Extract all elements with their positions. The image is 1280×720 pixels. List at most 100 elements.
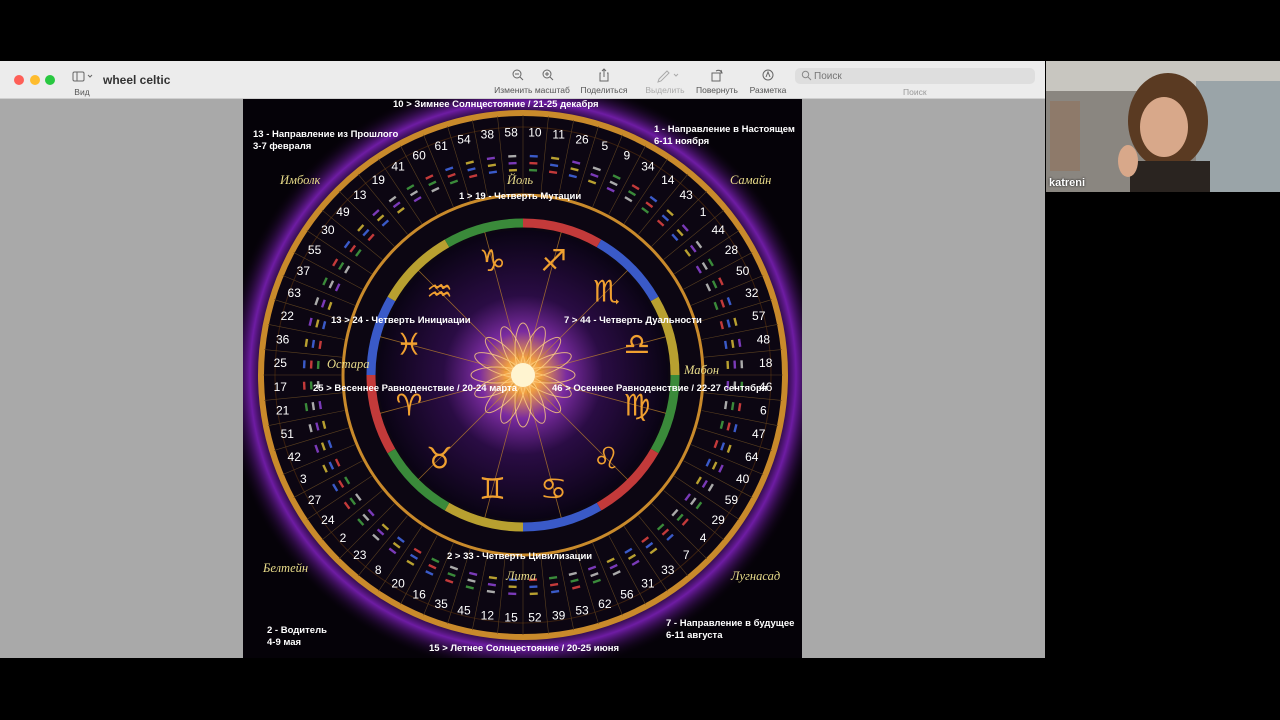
gate-number: 54 bbox=[457, 132, 471, 146]
zoom-in-icon[interactable] bbox=[542, 69, 554, 81]
gate-number: 31 bbox=[641, 576, 655, 590]
hexagram-line bbox=[529, 592, 538, 596]
zodiac-sign: ♊ bbox=[479, 472, 506, 507]
gate-number: 43 bbox=[680, 188, 694, 202]
minimize-window-button[interactable] bbox=[30, 75, 40, 85]
festival-samhain: Самайн bbox=[730, 173, 772, 187]
screen: Вид wheel celtic Изменить масштаб Подели… bbox=[0, 0, 1280, 720]
gate-number: 13 bbox=[353, 188, 367, 202]
hexagram-line bbox=[529, 168, 538, 172]
hexagram-line bbox=[740, 360, 744, 369]
gate-number: 30 bbox=[321, 223, 335, 237]
festival-imbolc: Имболк bbox=[280, 173, 321, 187]
participant-video bbox=[1046, 61, 1280, 192]
gate-number: 29 bbox=[711, 513, 725, 527]
gate-number: 35 bbox=[434, 597, 448, 611]
summer-solstice-label: 15 > Летнее Солнцестояние / 20-25 июня bbox=[429, 643, 619, 654]
hexagram-line bbox=[316, 360, 320, 369]
hexagram-line bbox=[302, 381, 306, 390]
future-direction-date: 6-11 августа bbox=[666, 630, 723, 641]
highlight-button[interactable]: Выделить bbox=[643, 67, 687, 97]
gate-number: 32 bbox=[745, 286, 759, 300]
past-direction-label: 13 - Направление из Прошлого bbox=[253, 129, 399, 140]
gate-number: 60 bbox=[412, 148, 426, 162]
gate-number: 64 bbox=[745, 450, 759, 464]
search-icon bbox=[801, 70, 812, 81]
gate-number: 1 bbox=[700, 205, 707, 219]
gate-number: 5 bbox=[602, 139, 609, 153]
zodiac-sign: ♌ bbox=[593, 441, 620, 476]
future-direction-label: 7 - Направление в будущее bbox=[666, 618, 795, 629]
gate-number: 51 bbox=[281, 427, 295, 441]
driver-label: 2 - Водитель bbox=[267, 625, 327, 636]
gate-number: 38 bbox=[481, 128, 495, 142]
gate-number: 42 bbox=[288, 450, 302, 464]
close-window-button[interactable] bbox=[14, 75, 24, 85]
past-direction-date: 3-7 февраля bbox=[253, 141, 312, 152]
markup-label: Разметка bbox=[749, 85, 787, 95]
gate-number: 47 bbox=[752, 427, 766, 441]
hexagram-line bbox=[529, 161, 538, 165]
quarter-initiation: 13 > 24 - Четверть Инициации bbox=[331, 315, 471, 326]
hexagram-line bbox=[508, 592, 517, 596]
gate-number: 57 bbox=[752, 309, 766, 323]
gate-number: 36 bbox=[276, 332, 290, 346]
hexagram-line bbox=[726, 360, 730, 369]
gate-number: 58 bbox=[504, 125, 518, 139]
zodiac-sign: ♒ bbox=[426, 275, 453, 310]
search-field[interactable] bbox=[795, 68, 1035, 84]
hexagram-line bbox=[529, 585, 538, 589]
gate-number: 26 bbox=[575, 132, 589, 146]
hexagram-line bbox=[508, 585, 517, 589]
zoom-out-icon[interactable] bbox=[512, 69, 524, 81]
gate-number: 56 bbox=[620, 588, 634, 602]
gate-number: 23 bbox=[353, 548, 367, 562]
gate-number: 20 bbox=[391, 576, 405, 590]
festival-mabon: Мабон bbox=[684, 363, 720, 377]
gate-number: 15 bbox=[504, 611, 518, 625]
hexagram-line bbox=[733, 360, 737, 369]
gate-number: 63 bbox=[288, 286, 302, 300]
wheel-image: 10 11 26 5 9 34 14 43 1 44 28 50 32 57 48 18 46 6 47 64 40 59… bbox=[243, 99, 802, 658]
search-input[interactable] bbox=[814, 68, 1024, 84]
search-label: Поиск bbox=[903, 87, 927, 97]
festival-beltane: Белтейн bbox=[263, 561, 309, 575]
zodiac-sign: ♉ bbox=[426, 441, 453, 476]
zoom-control[interactable]: Изменить масштаб bbox=[490, 67, 574, 97]
gate-number: 52 bbox=[528, 611, 542, 625]
maximize-window-button[interactable] bbox=[45, 75, 55, 85]
gate-number: 53 bbox=[575, 604, 589, 618]
driver-date: 4-9 мая bbox=[267, 637, 302, 648]
autumn-equinox-label: 46 > Осеннее Равноденствие / 22-27 сентя… bbox=[552, 383, 768, 394]
sidebar-icon bbox=[72, 71, 93, 82]
hexagram-line bbox=[508, 161, 517, 165]
zoom-label: Изменить масштаб bbox=[494, 85, 570, 95]
hexagram-line bbox=[529, 154, 538, 158]
quarter-duality: 7 > 44 - Четверть Дуальности bbox=[564, 315, 702, 326]
preview-window: Вид wheel celtic Изменить масштаб Подели… bbox=[0, 61, 1045, 658]
video-tile[interactable]: katreni bbox=[1046, 61, 1280, 192]
gate-number: 7 bbox=[683, 548, 690, 562]
winter-solstice-label: 10 > Зимнее Солнцестояние / 21-25 декабр… bbox=[393, 99, 599, 110]
gate-number: 11 bbox=[552, 128, 565, 142]
gate-number: 27 bbox=[308, 493, 322, 507]
quarter-civilization: 2 > 33 - Четверть Цивилизации bbox=[447, 551, 593, 562]
gate-number: 18 bbox=[759, 356, 773, 370]
gate-number: 41 bbox=[391, 160, 405, 174]
share-button[interactable]: Поделиться bbox=[578, 67, 630, 97]
present-direction-label: 1 - Направление в Настоящем bbox=[654, 124, 795, 135]
gate-number: 59 bbox=[725, 493, 739, 507]
gate-number: 55 bbox=[308, 243, 322, 257]
rotate-button[interactable]: Повернуть bbox=[694, 67, 740, 97]
hexagram-line bbox=[302, 360, 306, 369]
rotate-icon bbox=[711, 69, 723, 82]
share-label: Поделиться bbox=[580, 85, 628, 95]
gate-number: 8 bbox=[375, 563, 382, 577]
zodiac-sign: ♐ bbox=[540, 244, 567, 279]
gate-number: 10 bbox=[528, 125, 542, 139]
gate-number: 24 bbox=[321, 513, 335, 527]
gate-number: 28 bbox=[725, 243, 739, 257]
markup-button[interactable]: Разметка bbox=[746, 67, 790, 97]
hexagram-line bbox=[309, 360, 313, 369]
gate-number: 22 bbox=[281, 309, 295, 323]
